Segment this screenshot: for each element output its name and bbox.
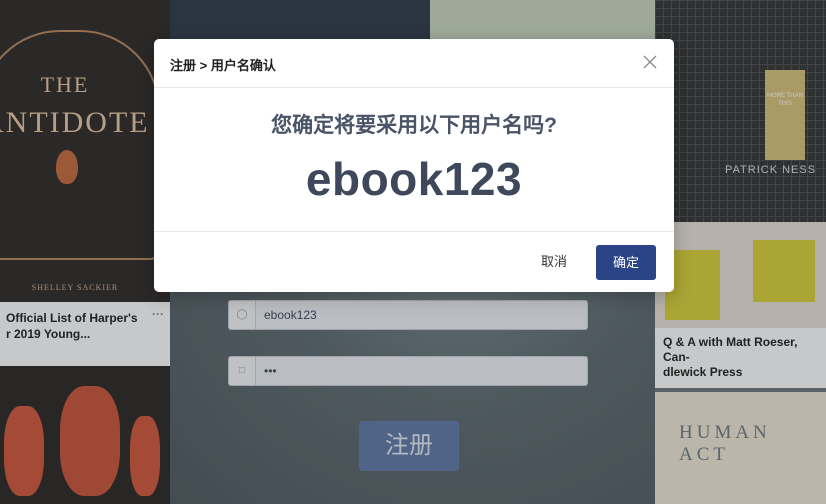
dialog-title: 注册 > 用户名确认	[170, 58, 276, 73]
dialog-footer: 取消 确定	[154, 231, 674, 292]
confirm-button[interactable]: 确定	[596, 245, 656, 280]
cancel-button[interactable]: 取消	[528, 245, 580, 279]
dialog-header: 注册 > 用户名确认	[154, 39, 674, 88]
close-icon-glyph	[643, 55, 657, 69]
username-confirm-dialog: 注册 > 用户名确认 您确定将要采用以下用户名吗? ebook123 取消 确定	[154, 39, 674, 292]
confirm-question: 您确定将要采用以下用户名吗?	[271, 114, 557, 137]
confirm-username: ebook123	[305, 153, 523, 205]
close-icon[interactable]	[642, 54, 658, 70]
